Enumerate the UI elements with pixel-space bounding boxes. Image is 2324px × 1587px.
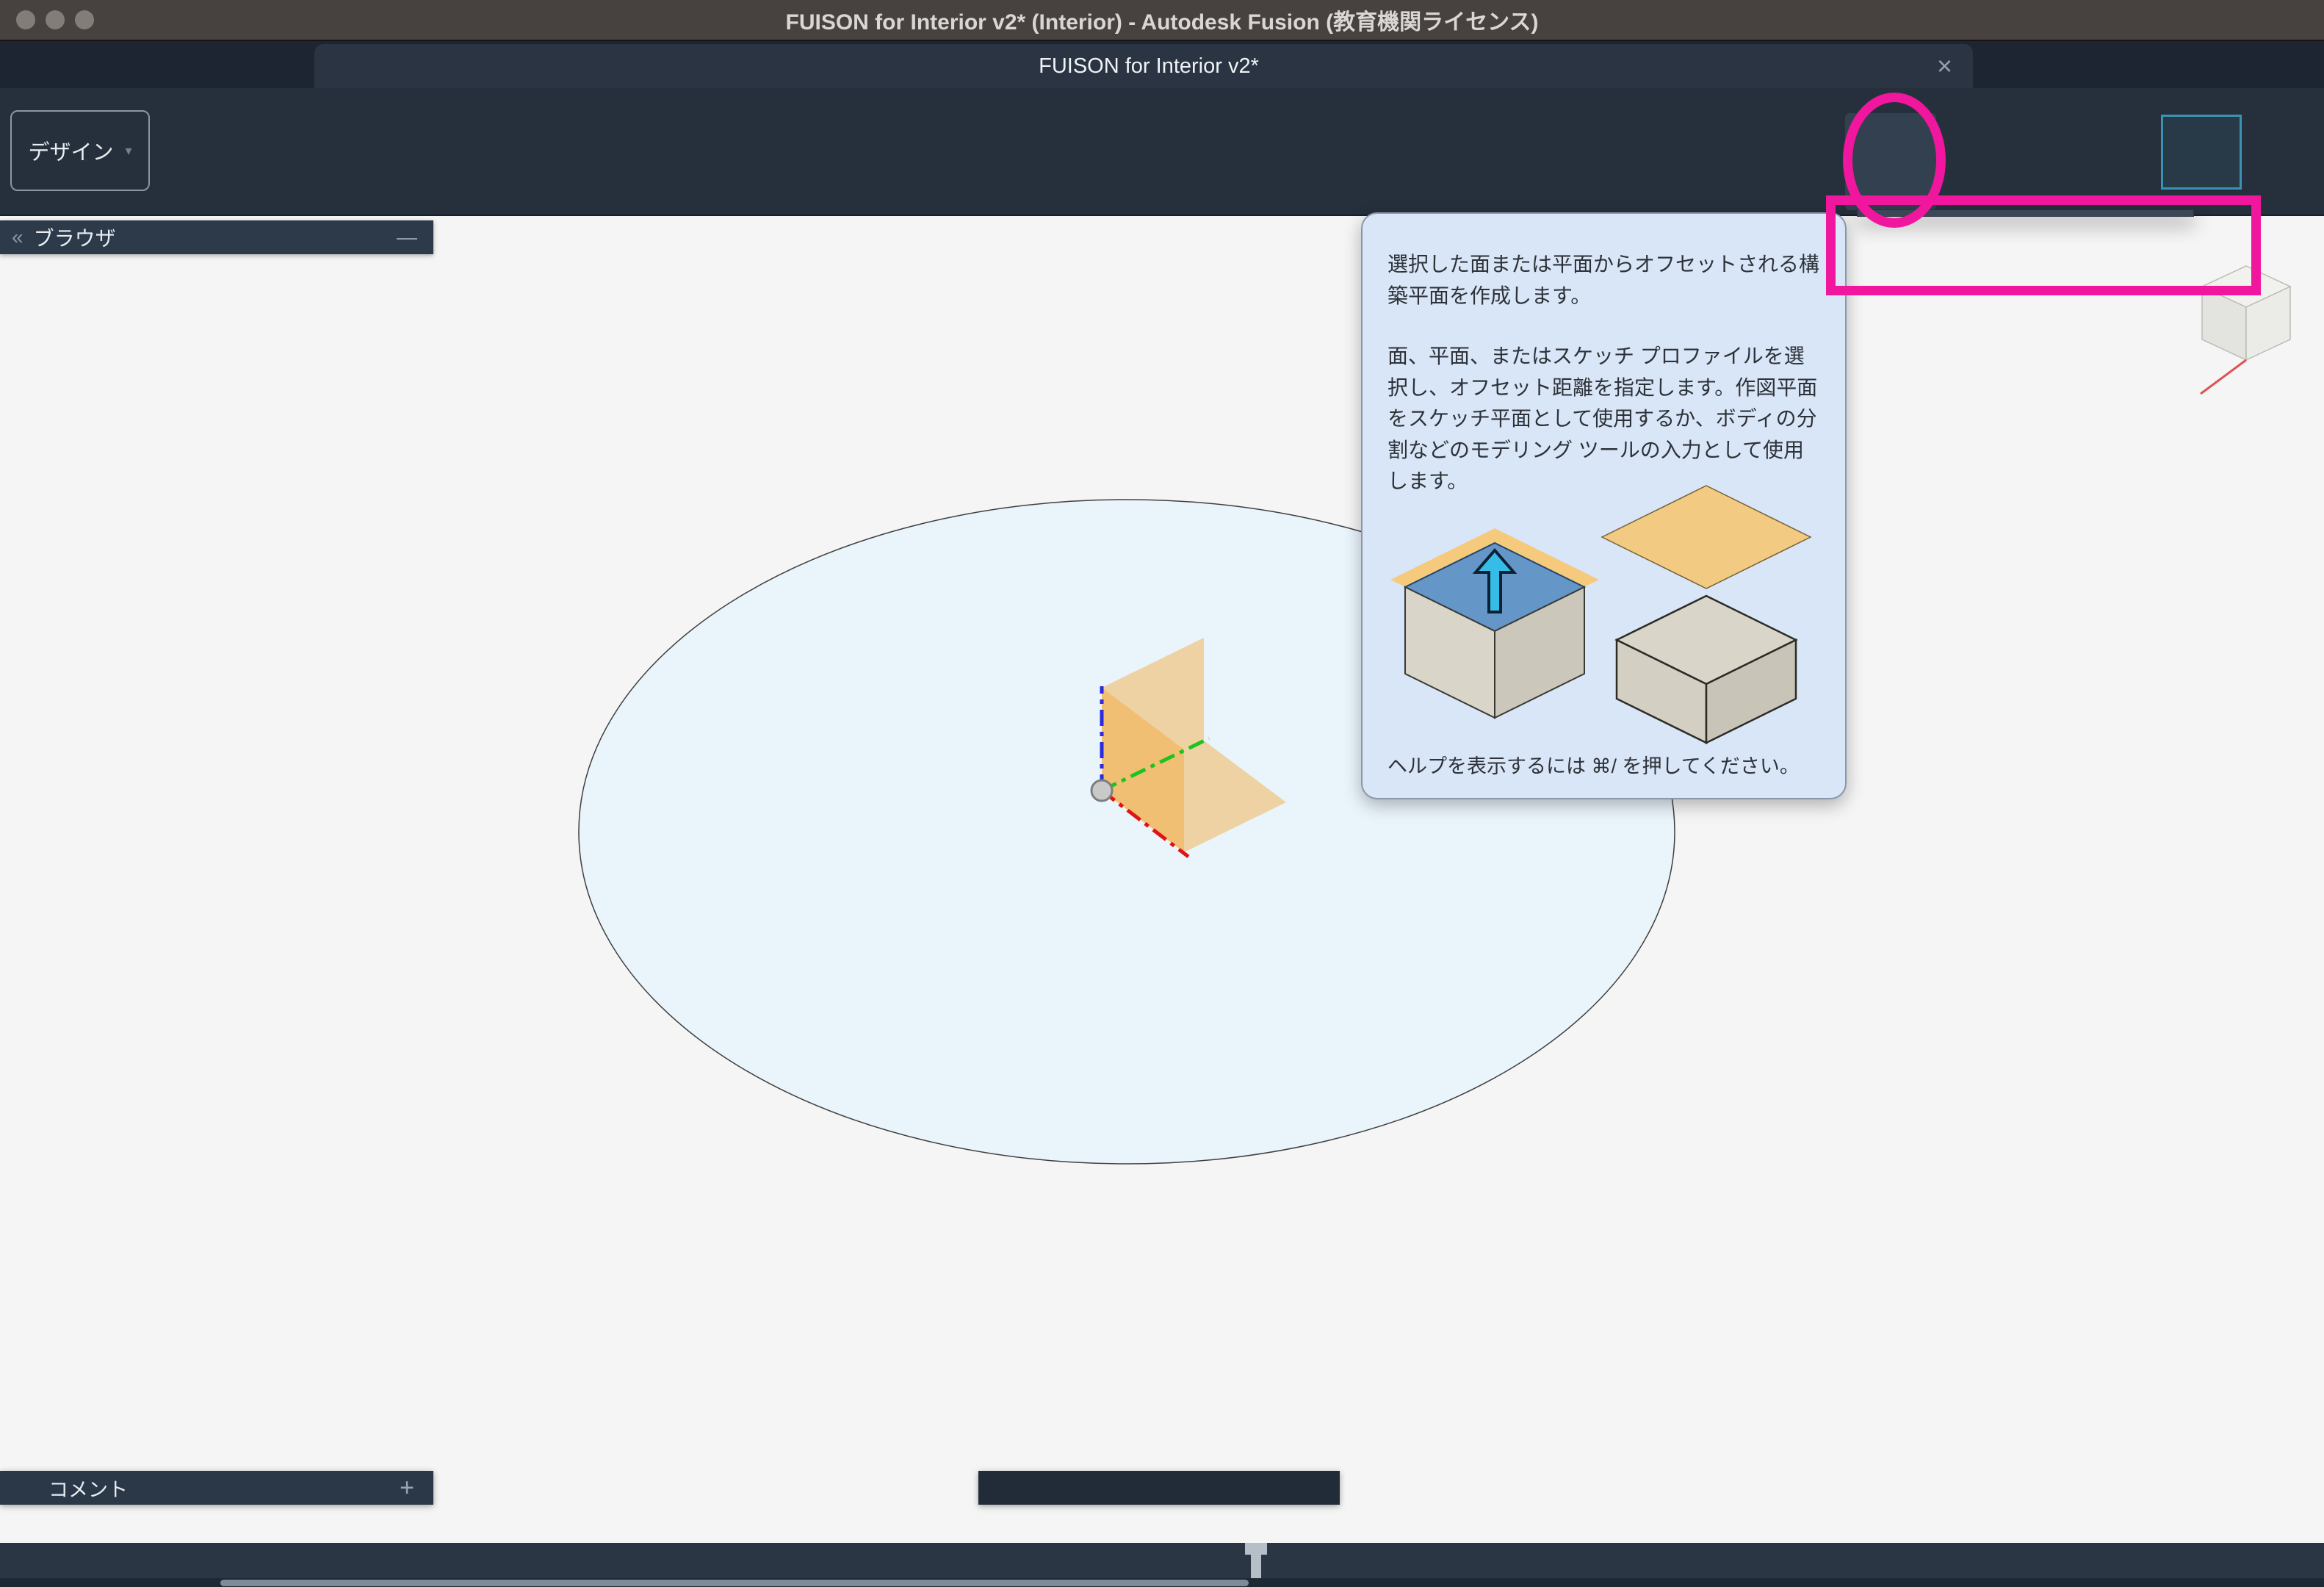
insert-fastener-icon[interactable] [2032, 131, 2077, 176]
tooltip-help-hint: ヘルプを表示するには ⌘/ を押してください。 [1387, 750, 1800, 779]
titlebar: FUISON for Interior v2* (Interior) - Aut… [0, 0, 2324, 41]
construct-menu [1857, 209, 2194, 217]
origin-point [1091, 780, 1112, 801]
add-comment-button[interactable]: + [400, 1474, 414, 1503]
view-cube[interactable] [2180, 250, 2312, 433]
construct-offset-plane-tooltip: 選択した面または平面からオフセットされる構築平面を作成します。 面、平面、または… [1361, 212, 1847, 799]
select-button[interactable] [2161, 115, 2242, 190]
inspect-button[interactable] [1948, 122, 2008, 185]
app-toolbar: FUISON for Interior v2* × [0, 41, 2324, 88]
insert-buttons[interactable] [2024, 122, 2145, 185]
window-title: FUISON for Interior v2* (Interior) - Aut… [786, 4, 1539, 36]
comments-bar: コメント + [0, 1471, 433, 1505]
browser-title: ブラウザ [34, 223, 116, 252]
collapse-panel-icon[interactable]: « [12, 226, 24, 249]
fusion-window: FUISON for Interior v2* (Interior) - Aut… [0, 0, 2324, 1587]
minimize-panel-icon[interactable]: — [397, 226, 417, 249]
insert-image-icon[interactable] [2092, 131, 2137, 176]
ribbon-toolbar: デザイン▾ [0, 88, 2324, 216]
close-window-button[interactable] [16, 10, 35, 29]
minimize-window-button[interactable] [46, 10, 65, 29]
comments-label: コメント [48, 1474, 128, 1503]
document-tab[interactable]: FUISON for Interior v2* × [314, 44, 1973, 88]
zoom-window-button[interactable] [75, 10, 94, 29]
offset-plane-illustration [1385, 456, 1822, 750]
construct-button[interactable] [1854, 122, 1914, 185]
document-tab-label: FUISON for Interior v2* [1039, 54, 1259, 79]
viewport-navbar [978, 1471, 1340, 1505]
chevron-down-icon: ▾ [125, 143, 131, 159]
design-workspace-button[interactable]: デザイン▾ [10, 110, 150, 191]
browser-header: « ブラウザ — [0, 220, 433, 254]
timeline-scrollbar[interactable] [220, 1580, 1249, 1586]
model-viewport[interactable] [0, 215, 2324, 1543]
tooltip-paragraph-1: 選択した面または平面からオフセットされる構築平面を作成します。 [1387, 249, 1823, 312]
close-tab-icon[interactable]: × [1937, 53, 1952, 79]
